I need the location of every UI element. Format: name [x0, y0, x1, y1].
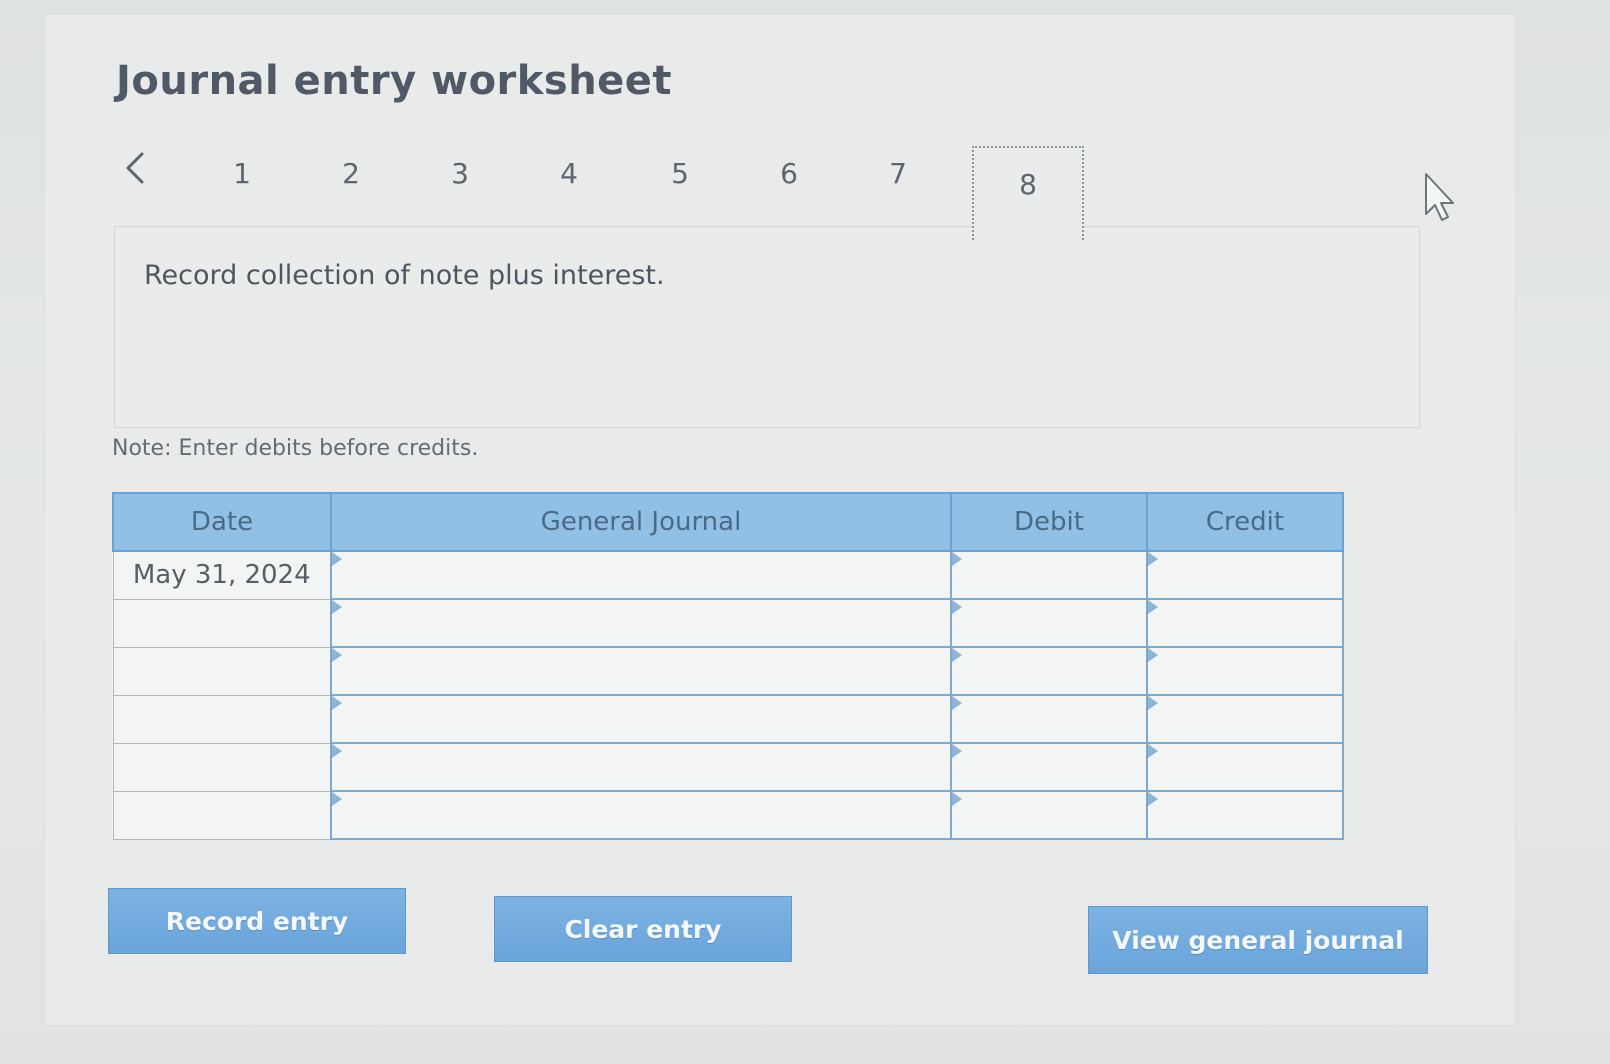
page-title: Journal entry worksheet	[116, 58, 673, 104]
debit-cell[interactable]	[950, 742, 1148, 792]
table-row: May 31, 2024	[112, 550, 1344, 600]
credit-input[interactable]	[1148, 792, 1342, 838]
credit-cell[interactable]	[1146, 598, 1344, 648]
step-tab-3[interactable]: 3	[440, 154, 480, 194]
debit-input[interactable]	[952, 648, 1146, 694]
step-tab-2[interactable]: 2	[331, 154, 371, 194]
note-text: Note: Enter debits before credits.	[112, 436, 479, 461]
date-cell	[112, 742, 332, 792]
credit-input[interactable]	[1148, 744, 1342, 790]
account-cell[interactable]	[330, 790, 952, 840]
debit-input[interactable]	[952, 552, 1146, 598]
credit-input[interactable]	[1148, 648, 1342, 694]
account-cell[interactable]	[330, 742, 952, 792]
table-row	[112, 790, 1344, 840]
date-cell	[112, 694, 332, 744]
column-header-general-journal: General Journal	[330, 492, 952, 552]
column-header-debit: Debit	[950, 492, 1148, 552]
account-input[interactable]	[332, 744, 950, 790]
account-cell[interactable]	[330, 598, 952, 648]
debit-input[interactable]	[952, 696, 1146, 742]
mouse-pointer-icon	[1425, 173, 1454, 221]
step-tab-1[interactable]: 1	[222, 154, 262, 194]
debit-input[interactable]	[952, 600, 1146, 646]
account-input[interactable]	[332, 552, 950, 598]
table-header-row: Date General Journal Debit Credit	[112, 492, 1344, 552]
date-cell	[112, 646, 332, 696]
screen: Journal entry worksheet 1 2 3 4 5 6 7 8 …	[0, 0, 1610, 1064]
credit-input[interactable]	[1148, 696, 1342, 742]
account-cell[interactable]	[330, 694, 952, 744]
record-entry-button[interactable]: Record entry	[108, 888, 406, 954]
account-input[interactable]	[332, 600, 950, 646]
step-tab-8[interactable]: 8	[972, 146, 1084, 240]
credit-cell[interactable]	[1146, 790, 1344, 840]
credit-cell[interactable]	[1146, 550, 1344, 600]
step-tab-6[interactable]: 6	[769, 154, 809, 194]
credit-cell[interactable]	[1146, 646, 1344, 696]
account-input[interactable]	[332, 648, 950, 694]
instruction-box	[114, 226, 1420, 428]
table-row	[112, 598, 1344, 648]
chevron-left-icon[interactable]	[118, 148, 152, 188]
table-row	[112, 646, 1344, 696]
column-header-date: Date	[112, 492, 332, 552]
account-cell[interactable]	[330, 550, 952, 600]
step-tab-4[interactable]: 4	[549, 154, 589, 194]
table-row	[112, 742, 1344, 792]
account-input[interactable]	[332, 792, 950, 838]
debit-cell[interactable]	[950, 694, 1148, 744]
view-general-journal-button[interactable]: View general journal	[1088, 906, 1428, 974]
step-tab-5[interactable]: 5	[660, 154, 700, 194]
account-input[interactable]	[332, 696, 950, 742]
table-row	[112, 694, 1344, 744]
date-cell: May 31, 2024	[112, 550, 332, 600]
column-header-credit: Credit	[1146, 492, 1344, 552]
debit-cell[interactable]	[950, 598, 1148, 648]
credit-cell[interactable]	[1146, 742, 1344, 792]
debit-cell[interactable]	[950, 790, 1148, 840]
date-cell	[112, 598, 332, 648]
debit-input[interactable]	[952, 744, 1146, 790]
date-cell	[112, 790, 332, 840]
step-tab-7[interactable]: 7	[878, 154, 918, 194]
instruction-text: Record collection of note plus interest.	[144, 260, 665, 291]
debit-cell[interactable]	[950, 550, 1148, 600]
debit-input[interactable]	[952, 792, 1146, 838]
clear-entry-button[interactable]: Clear entry	[494, 896, 792, 962]
journal-table: Date General Journal Debit Credit May 31…	[112, 492, 1344, 840]
credit-input[interactable]	[1148, 600, 1342, 646]
credit-input[interactable]	[1148, 552, 1342, 598]
debit-cell[interactable]	[950, 646, 1148, 696]
account-cell[interactable]	[330, 646, 952, 696]
credit-cell[interactable]	[1146, 694, 1344, 744]
